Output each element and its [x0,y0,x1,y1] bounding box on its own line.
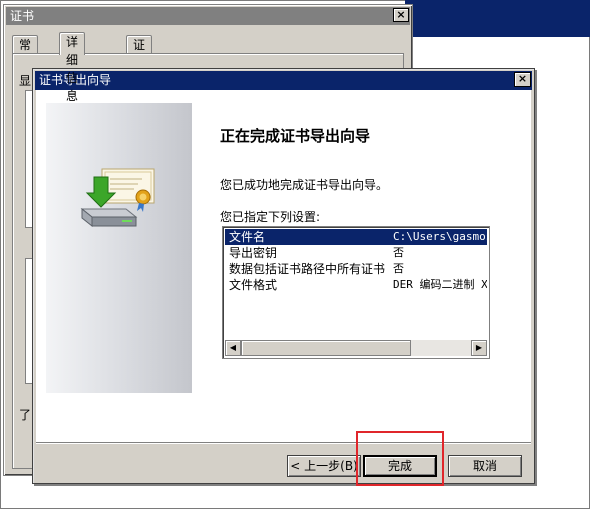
certificate-window-titlebar: 证书 [6,7,410,25]
settings-rows: 文件名 C:\Users\gasmoss 导出密钥 否 数据包括证书路径中所有证… [225,229,487,339]
certificate-window-title: 证书 [10,9,35,23]
setting-name: 文件名 [229,230,266,244]
finish-button[interactable]: 完成 [363,455,437,477]
wizard-content: 正在完成证书导出向导 您已成功地完成证书导出向导。 您已指定下列设置: 文件名 … [36,90,531,442]
cancel-button[interactable]: 取消 [448,455,522,477]
list-item[interactable]: 文件名 C:\Users\gasmoss [225,229,487,245]
wizard-close-button[interactable]: × [514,72,531,87]
desktop-background [405,0,590,37]
tab-certification-path[interactable]: 证书路径 [126,35,153,106]
list-item[interactable]: 导出密钥 否 [225,245,487,261]
wizard-titlebar: 证书导出向导 [35,71,532,90]
panel-link-fragment: 了 [19,408,32,422]
scroll-right-button[interactable]: ▶ [471,340,487,356]
panel-label-fragment: 显 [19,74,32,88]
setting-value: DER 编码二进制 X [393,278,487,291]
list-item[interactable]: 数据包括证书路径中所有证书 否 [225,261,487,277]
tab-general[interactable]: 常规 [12,35,39,70]
wizard-description: 您已成功地完成证书导出向导。 [220,178,389,192]
certificate-export-icon [80,168,155,228]
setting-name: 导出密钥 [229,246,278,260]
setting-name: 数据包括证书路径中所有证书 [229,262,386,276]
settings-label: 您已指定下列设置: [220,210,321,224]
list-item[interactable]: 文件格式 DER 编码二进制 X [225,277,487,293]
export-wizard-dialog: 证书导出向导 × [32,68,535,484]
setting-value: 否 [393,246,404,259]
wizard-heading: 正在完成证书导出向导 [220,127,371,145]
certificate-window-close-button[interactable]: × [393,8,409,22]
scroll-left-button[interactable]: ◀ [225,340,241,356]
back-button[interactable]: < 上一步(B) [287,455,361,477]
scroll-thumb[interactable] [241,340,411,356]
wizard-side-banner [46,103,192,393]
setting-value: 否 [393,262,404,275]
horizontal-scrollbar[interactable]: ◀ ▶ [225,340,487,356]
tab-details[interactable]: 详细信息 [59,32,86,103]
button-separator [36,442,531,444]
settings-list[interactable]: 文件名 C:\Users\gasmoss 导出密钥 否 数据包括证书路径中所有证… [222,226,490,359]
setting-name: 文件格式 [229,278,278,292]
setting-value: C:\Users\gasmoss [393,230,487,243]
